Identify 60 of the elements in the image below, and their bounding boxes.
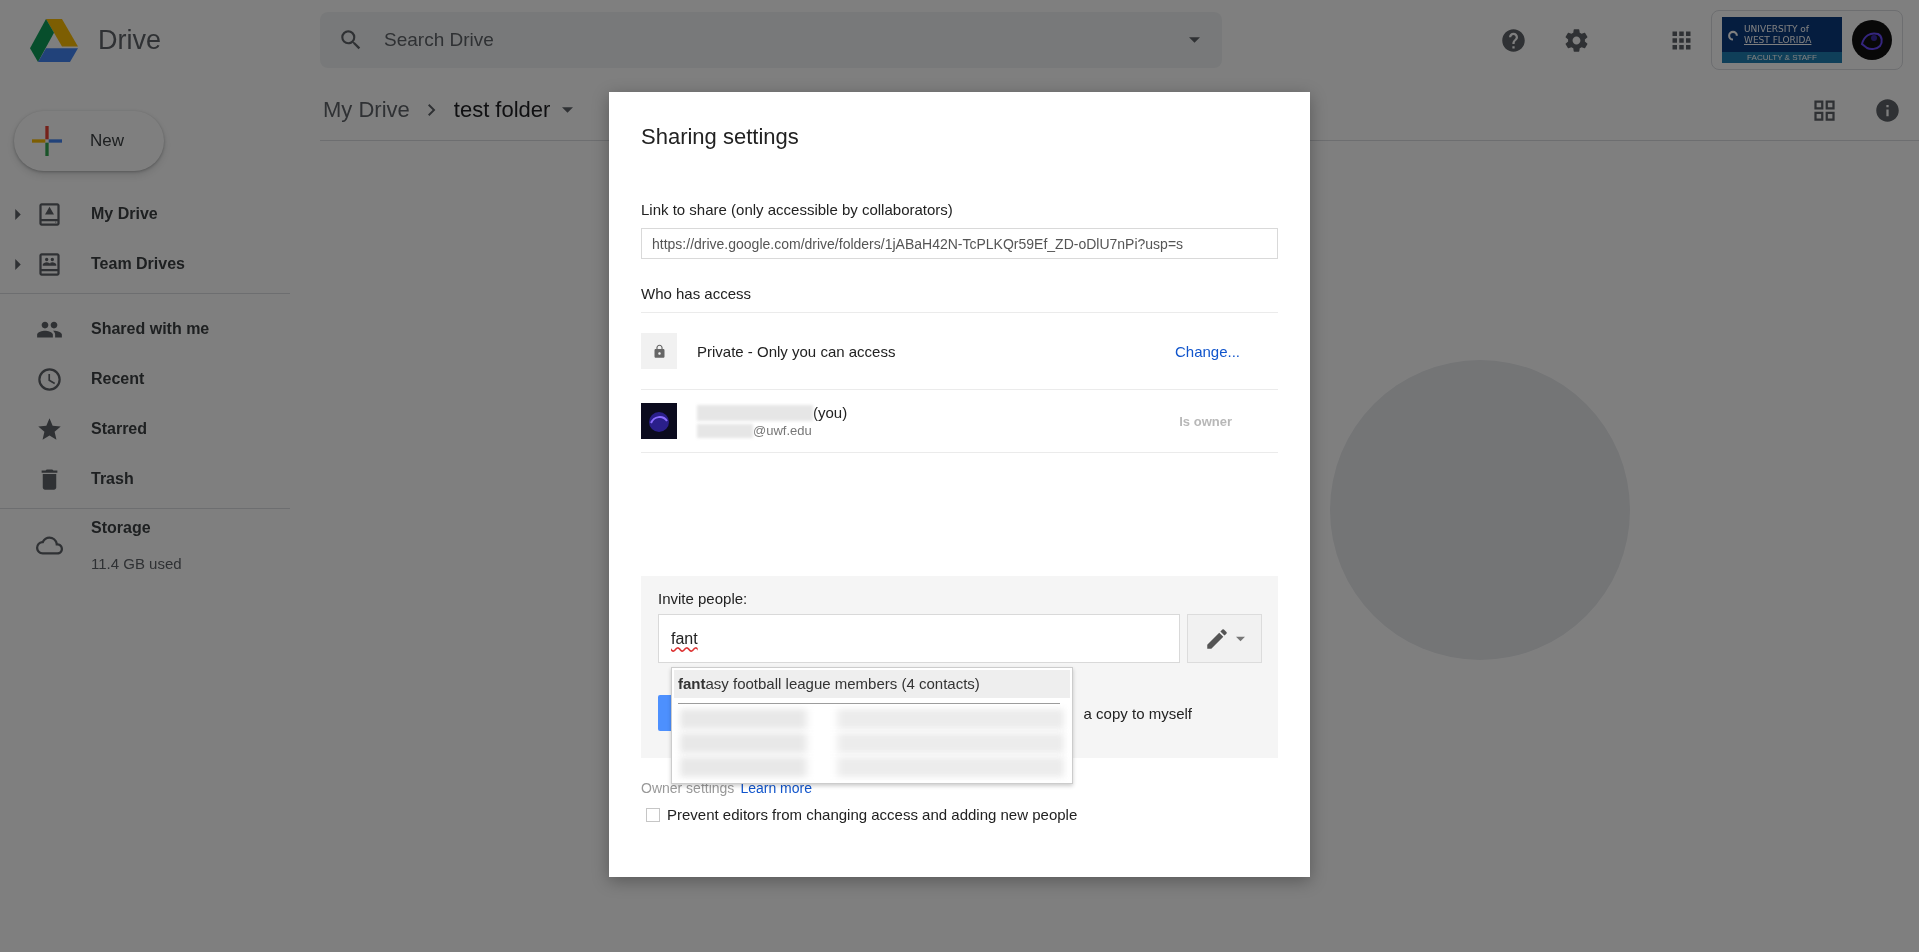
checkbox-label: Prevent editors from changing access and adding new people xyxy=(667,806,1078,823)
role-label: Is owner xyxy=(1179,413,1232,429)
learn-more-link[interactable]: Learn more xyxy=(740,780,812,796)
caret-icon[interactable] xyxy=(1189,37,1200,43)
nav-label: My Drive xyxy=(91,205,158,223)
help-icon[interactable] xyxy=(1500,26,1527,54)
nav-item[interactable]: Trash xyxy=(0,454,290,504)
nav-label: Trash xyxy=(91,470,134,488)
drive-logo-icon[interactable] xyxy=(30,18,78,62)
dialog-title: Sharing settings xyxy=(641,124,800,150)
nav-label: Starred xyxy=(91,420,148,438)
field-label: Link to share (only accessible by collaborators) xyxy=(641,201,954,218)
account-switcher[interactable]: UNIVERSITY of WEST FLORIDA FACULTY & STAFF xyxy=(1711,10,1903,70)
avatar[interactable] xyxy=(1852,20,1892,60)
org-name-text: UNIVERSITY of xyxy=(1744,23,1810,35)
lock-icon xyxy=(641,333,677,369)
chevron-right-icon xyxy=(427,104,436,116)
checkbox[interactable] xyxy=(646,807,660,822)
app-title: Drive xyxy=(98,24,161,56)
nav-label: Recent xyxy=(91,370,145,388)
email-domain: @uwf.edu xyxy=(753,423,812,438)
breadcrumb-item[interactable]: My Drive xyxy=(323,97,410,123)
nav-item[interactable]: Recent xyxy=(0,354,290,404)
nav-item[interactable]: Storage 11.4 GB used xyxy=(0,519,290,572)
search-field[interactable]: Search Drive xyxy=(320,12,1222,68)
settings-icon[interactable] xyxy=(1563,26,1590,54)
new-button[interactable]: New xyxy=(14,111,164,171)
section-label: Owner settings xyxy=(641,780,735,796)
breadcrumb-item[interactable]: test folder xyxy=(453,97,551,123)
section-heading: Who has access xyxy=(641,285,1278,313)
option-label: a copy to myself xyxy=(1083,704,1192,722)
owner-name-suffix: (you) xyxy=(813,404,848,421)
info-icon[interactable] xyxy=(1874,96,1901,124)
nav-label: Storage xyxy=(91,519,152,537)
expand-arrow-icon[interactable] xyxy=(15,208,21,220)
nav-label: Team Drives xyxy=(91,255,185,273)
link-field[interactable]: https://drive.google.com/drive/folders/1jABaH42N-TcPLKQr59Ef_ZD-oDlU7nPi?usp=s xyxy=(641,228,1278,259)
plus-icon xyxy=(32,126,62,156)
nav-item[interactable]: Starred xyxy=(0,404,290,454)
nav-label: Shared with me xyxy=(91,320,210,338)
nav-item[interactable]: Team Drives xyxy=(0,239,290,289)
access-text: Private - Only you can access xyxy=(697,342,896,360)
nav-item[interactable]: My Drive xyxy=(0,189,290,239)
avatar xyxy=(641,403,677,439)
permission-button[interactable] xyxy=(1187,614,1262,663)
org-tagline: FACULTY & STAFF xyxy=(1722,52,1842,63)
storage-usage: 11.4 GB used xyxy=(91,555,182,572)
clock-icon xyxy=(36,365,63,393)
team-drive-icon xyxy=(36,250,63,278)
redacted-email xyxy=(697,423,753,438)
invite-field[interactable]: fant xyxy=(658,614,1180,663)
change-link[interactable]: Change... xyxy=(1174,342,1240,360)
expand-arrow-icon[interactable] xyxy=(15,258,21,270)
org-name-text: WEST FLORIDA xyxy=(1744,34,1812,46)
caret-icon[interactable] xyxy=(562,107,574,113)
nav-item[interactable]: Shared with me xyxy=(0,304,290,354)
drive-icon xyxy=(36,200,63,228)
caret-icon xyxy=(1236,635,1245,642)
field-label: Invite people: xyxy=(658,590,749,607)
suggestion-item[interactable]: fantasy football league members (4 contacts) xyxy=(674,670,1070,698)
